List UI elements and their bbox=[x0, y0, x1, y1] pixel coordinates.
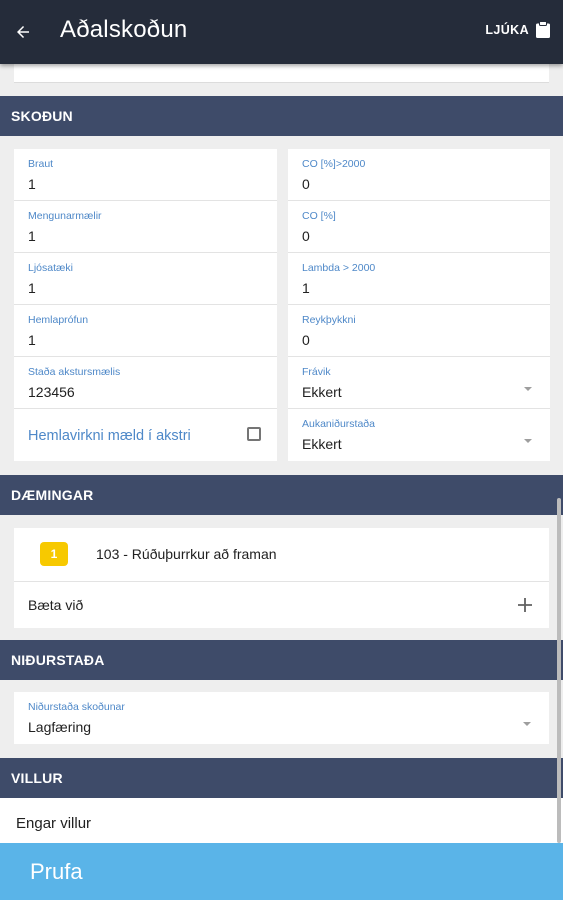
field-value: 0 bbox=[302, 228, 310, 244]
field-label: CO [%] bbox=[302, 210, 336, 222]
field-lambda-2000[interactable]: Lambda > 2000 1 bbox=[288, 253, 550, 305]
top-card bbox=[14, 64, 549, 83]
field-label: Braut bbox=[28, 158, 54, 170]
field-co-2000[interactable]: CO [%]>2000 0 bbox=[288, 149, 550, 201]
field-value: 1 bbox=[28, 176, 36, 192]
errors-text: Engar villur bbox=[16, 815, 92, 832]
field-label: Hemlaprófun bbox=[28, 314, 89, 326]
field-label: CO [%]>2000 bbox=[302, 158, 366, 170]
result-select[interactable]: Niðurstaða skoðunar Lagfæring bbox=[14, 692, 549, 744]
field-value: Ekkert bbox=[302, 384, 342, 400]
dropdown-arrow-icon bbox=[524, 387, 532, 391]
defects-card: 1 103 - Rúðuþurrkur að framan Bæta við bbox=[14, 528, 549, 628]
field-label: Niðurstaða skoðunar bbox=[28, 701, 125, 713]
brake-test-checkbox-row[interactable]: Hemlavirkni mæld í akstri bbox=[14, 409, 277, 461]
field-co[interactable]: CO [%] 0 bbox=[288, 201, 550, 253]
field-value: 0 bbox=[302, 176, 310, 192]
arrow-left-icon bbox=[17, 26, 29, 38]
section-header-errors: VILLUR bbox=[0, 758, 563, 798]
bottom-bar-button[interactable]: Prufa bbox=[0, 843, 563, 900]
field-hemlaprofun[interactable]: Hemlaprófun 1 bbox=[14, 305, 277, 357]
defect-badge: 1 bbox=[40, 542, 68, 566]
errors-card: Engar villur bbox=[0, 798, 563, 843]
defect-item-text: 103 - Rúðuþurrkur að framan bbox=[96, 546, 277, 562]
add-defect-label: Bæta við bbox=[28, 597, 84, 613]
field-label: Frávik bbox=[302, 366, 331, 378]
dropdown-arrow-icon bbox=[523, 722, 531, 726]
deviation-select[interactable]: Frávik Ekkert bbox=[288, 357, 550, 409]
list-item[interactable]: 1 103 - Rúðuþurrkur að framan bbox=[14, 528, 549, 582]
field-label: Reykþykkni bbox=[302, 314, 356, 326]
field-mengunarmaelir[interactable]: Mengunarmælir 1 bbox=[14, 201, 277, 253]
field-value: 1 bbox=[28, 280, 36, 296]
field-label: Lambda > 2000 bbox=[302, 262, 376, 274]
brake-test-checkbox[interactable] bbox=[247, 427, 261, 441]
field-label: Mengunarmælir bbox=[28, 210, 102, 222]
clipboard-icon bbox=[536, 21, 550, 38]
page-title: Aðalskoðun bbox=[60, 16, 188, 43]
dropdown-arrow-icon bbox=[524, 439, 532, 443]
field-reykthykkni[interactable]: Reykþykkni 0 bbox=[288, 305, 550, 357]
field-value: 123456 bbox=[28, 384, 75, 400]
section-header-defects: DÆMINGAR bbox=[0, 475, 563, 515]
field-value: 1 bbox=[28, 228, 36, 244]
field-braut[interactable]: Braut 1 bbox=[14, 149, 277, 201]
field-label: Ljósatæki bbox=[28, 262, 73, 274]
section-header-inspection: SKOÐUN bbox=[0, 96, 563, 136]
field-ljosataeki[interactable]: Ljósatæki 1 bbox=[14, 253, 277, 305]
field-value: 1 bbox=[28, 332, 36, 348]
scrollbar[interactable] bbox=[557, 498, 561, 843]
plus-icon bbox=[518, 598, 532, 612]
field-stada-akstursmaelis[interactable]: Staða akstursmælis 123456 bbox=[14, 357, 277, 409]
field-value: 0 bbox=[302, 332, 310, 348]
field-label: Staða akstursmælis bbox=[28, 366, 121, 378]
extra-result-select[interactable]: Aukaniðurstaða Ekkert bbox=[288, 409, 550, 461]
section-header-result: NIÐURSTAÐA bbox=[0, 640, 563, 680]
field-value: Ekkert bbox=[302, 436, 342, 452]
field-value: Lagfæring bbox=[28, 719, 92, 735]
back-button[interactable] bbox=[10, 19, 36, 45]
field-value: 1 bbox=[302, 280, 310, 296]
checkbox-label: Hemlavirkni mæld í akstri bbox=[28, 428, 191, 444]
finish-button[interactable]: LJÚKA bbox=[485, 21, 551, 39]
app-bar: Aðalskoðun LJÚKA bbox=[0, 0, 563, 64]
field-label: Aukaniðurstaða bbox=[302, 418, 375, 430]
finish-button-label: LJÚKA bbox=[485, 23, 529, 37]
add-defect-button[interactable]: Bæta við bbox=[14, 582, 549, 628]
